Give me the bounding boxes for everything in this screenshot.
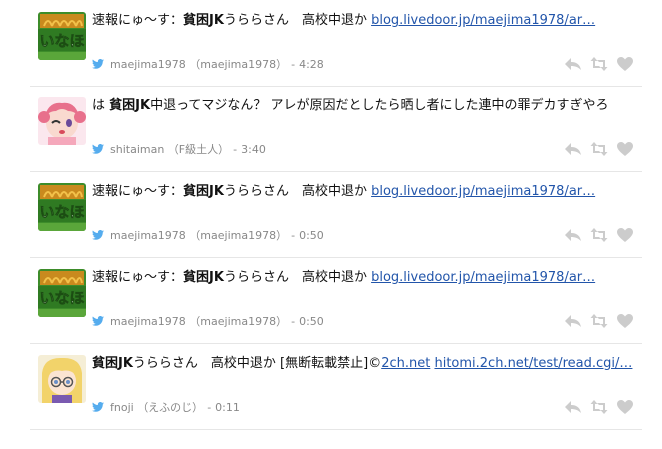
twitter-bird-icon[interactable] [92, 316, 104, 326]
svg-text:いなほ: いなほ [39, 289, 84, 307]
tweet-item: いなほ 速報にゅ〜す：貧困JKうららさん 高校中退か blog.livedoor… [30, 0, 642, 87]
tweet-link[interactable]: blog.livedoor.jp/maejima1978/ar… [371, 13, 595, 28]
reply-icon[interactable] [564, 313, 582, 329]
heart-icon[interactable] [616, 399, 634, 415]
heart-icon[interactable] [616, 313, 634, 329]
tweet-keyword: 貧困JK [183, 13, 224, 28]
tweet-item: は 貧困JK中退ってマジなん？ アレが原因だとしたら晒し者にした連中の罪デカすぎ… [30, 85, 642, 172]
tweet-keyword: 貧困JK [109, 98, 151, 113]
tweet-display-name: （maejima1978） [189, 229, 288, 242]
meta-separator: - [291, 315, 296, 328]
tweet-body-text: 中退ってマジなん？ アレが原因だとしたら晒し者にした連中の罪デカすぎやろ [150, 98, 609, 113]
retweet-icon[interactable] [590, 141, 608, 157]
tweet-link[interactable]: 2ch.net [381, 356, 430, 371]
svg-text:いなほ: いなほ [39, 32, 84, 50]
tweet-time[interactable]: 4:28 [299, 58, 324, 71]
tweet-time[interactable]: 0:11 [215, 401, 240, 414]
tweet-body-text: うららさん 高校中退か [無断転載禁止]© [132, 356, 382, 371]
reply-icon[interactable] [564, 227, 582, 243]
tweet-text: 速報にゅ〜す：貧困JKうららさん 高校中退か blog.livedoor.jp/… [92, 183, 637, 201]
retweet-icon[interactable] [590, 399, 608, 415]
twitter-bird-icon[interactable] [92, 230, 104, 240]
tweet-keyword: 貧困JK [183, 270, 224, 285]
tweet-text: 速報にゅ〜す：貧困JKうららさん 高校中退か blog.livedoor.jp/… [92, 12, 637, 30]
tweet-link-secondary[interactable]: hitomi.2ch.net/test/read.cgi/… [434, 356, 632, 371]
avatar[interactable] [38, 97, 86, 145]
tweet-prefix: 速報にゅ〜す： [92, 184, 184, 199]
meta-separator: - [233, 143, 238, 156]
tweet-meta: fnoji （えふのじ） -0:11 [92, 399, 240, 415]
tweet-username[interactable]: fnoji [110, 401, 134, 414]
tweet-prefix: 速報にゅ〜す： [92, 13, 184, 28]
tweet-item: いなほ 速報にゅ〜す：貧困JKうららさん 高校中退か blog.livedoor… [30, 257, 642, 344]
tweet-body-text: うららさん 高校中退か [223, 270, 372, 285]
svg-text:いなほ: いなほ [39, 203, 84, 221]
tweet-username[interactable]: maejima1978 [110, 315, 186, 328]
heart-icon[interactable] [616, 56, 634, 72]
meta-separator: - [291, 58, 296, 71]
avatar[interactable]: いなほ [38, 12, 86, 60]
tweet-text: 速報にゅ〜す：貧困JKうららさん 高校中退か blog.livedoor.jp/… [92, 269, 637, 287]
tweet-keyword: 貧困JK [92, 356, 133, 371]
tweet-actions [564, 56, 636, 72]
tweet-username[interactable]: shitaiman [110, 143, 164, 156]
tweet-display-name: （maejima1978） [189, 58, 288, 71]
tweet-meta: maejima1978 （maejima1978） -0:50 [92, 227, 324, 243]
retweet-icon[interactable] [590, 227, 608, 243]
twitter-bird-icon[interactable] [92, 402, 104, 412]
reply-icon[interactable] [564, 399, 582, 415]
tweet-username[interactable]: maejima1978 [110, 58, 186, 71]
tweet-prefix: 速報にゅ〜す： [92, 270, 184, 285]
tweet-actions [564, 141, 636, 157]
retweet-icon[interactable] [590, 313, 608, 329]
meta-separator: - [207, 401, 212, 414]
tweet-meta: maejima1978 （maejima1978） -0:50 [92, 313, 324, 329]
twitter-bird-icon[interactable] [92, 59, 104, 69]
tweet-actions [564, 399, 636, 415]
tweet-time[interactable]: 0:50 [299, 229, 324, 242]
tweet-keyword: 貧困JK [183, 184, 224, 199]
tweet-text: 貧困JKうららさん 高校中退か [無断転載禁止]©2ch.net hitomi.… [92, 355, 637, 373]
tweet-body-text: うららさん 高校中退か [223, 13, 372, 28]
reply-icon[interactable] [564, 56, 582, 72]
meta-separator: - [291, 229, 296, 242]
tweet-display-name: （maejima1978） [189, 315, 288, 328]
tweet-display-name: （えふのじ） [137, 401, 204, 414]
tweet-time[interactable]: 3:40 [241, 143, 266, 156]
twitter-bird-icon[interactable] [92, 144, 104, 154]
tweet-item: 貧困JKうららさん 高校中退か [無断転載禁止]©2ch.net hitomi.… [30, 343, 642, 430]
avatar[interactable] [38, 355, 86, 403]
heart-icon[interactable] [616, 141, 634, 157]
avatar[interactable]: いなほ [38, 269, 86, 317]
avatar[interactable]: いなほ [38, 183, 86, 231]
retweet-icon[interactable] [590, 56, 608, 72]
tweet-username[interactable]: maejima1978 [110, 229, 186, 242]
tweet-link[interactable]: blog.livedoor.jp/maejima1978/ar… [371, 270, 595, 285]
heart-icon[interactable] [616, 227, 634, 243]
tweet-item: いなほ 速報にゅ〜す：貧困JKうららさん 高校中退か blog.livedoor… [30, 171, 642, 258]
tweet-time[interactable]: 0:50 [299, 315, 324, 328]
tweet-display-name: （F級土人） [167, 143, 230, 156]
tweet-meta: maejima1978 （maejima1978） -4:28 [92, 56, 324, 72]
tweet-text: は 貧困JK中退ってマジなん？ アレが原因だとしたら晒し者にした連中の罪デカすぎ… [92, 97, 637, 115]
tweet-link[interactable]: blog.livedoor.jp/maejima1978/ar… [371, 184, 595, 199]
tweet-prefix: は [92, 98, 110, 113]
tweet-actions [564, 227, 636, 243]
reply-icon[interactable] [564, 141, 582, 157]
tweet-meta: shitaiman （F級土人） -3:40 [92, 141, 266, 157]
tweet-actions [564, 313, 636, 329]
tweet-body-text: うららさん 高校中退か [223, 184, 372, 199]
